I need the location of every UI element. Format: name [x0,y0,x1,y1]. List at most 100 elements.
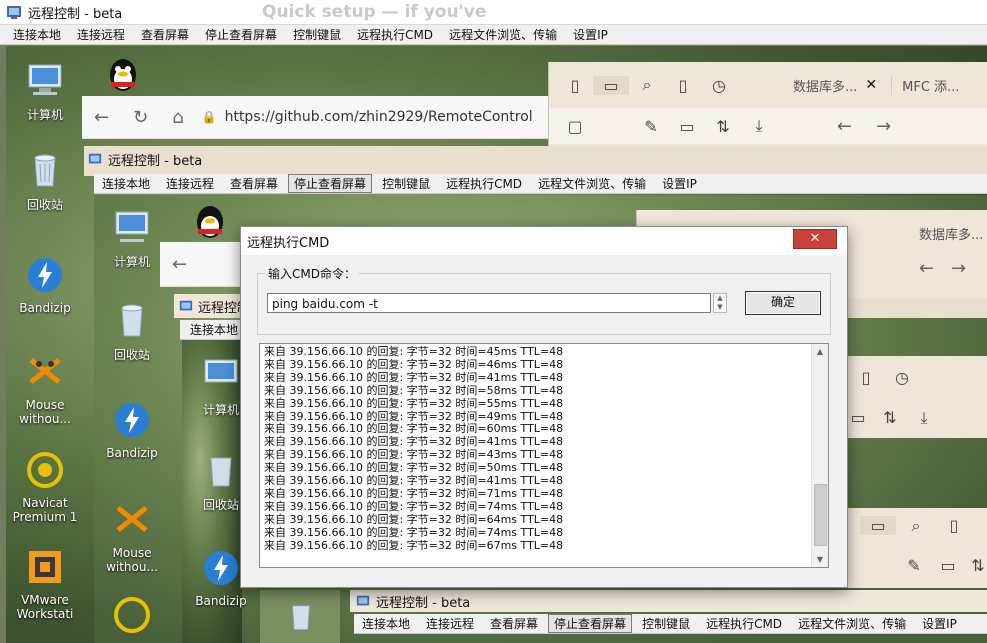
menu-connect-local[interactable]: 连接本地 [356,614,416,633]
menu-control-input[interactable]: 控制键鼠 [376,174,436,193]
menu-connect-local[interactable]: 连接本地 [184,320,244,339]
history-icon[interactable]: ◷ [701,76,737,95]
folder-icon[interactable]: ▭ [860,516,896,535]
close-icon: ✕ [809,231,821,246]
desktop-icon-label: Bandizip [195,594,247,608]
scroll-up-icon[interactable]: ▲ [812,347,828,356]
desktop-icon-qq[interactable] [88,55,158,101]
cmd-input-spinner[interactable]: ▲ ▼ [713,293,727,313]
menu-connect-remote[interactable]: 连接远程 [71,25,131,44]
menu-remote-cmd[interactable]: 远程执行CMD [440,174,528,193]
folder-icon[interactable]: ▭ [593,75,629,95]
menu-set-ip[interactable]: 设置IP [567,25,614,44]
output-line: 来自 39.156.66.10 的回复: 字节=32 时间=58ms TTL=4… [264,383,564,397]
menu-control-input[interactable]: 控制键鼠 [287,25,347,44]
level4-titlebar: 远程控制 - beta [350,590,987,612]
collapse-icon[interactable]: ⤓ [741,116,777,136]
folder-icon[interactable]: ▭ [669,117,705,136]
cmd-input[interactable]: ping baidu.com -t [267,293,711,313]
computer-icon [115,211,149,242]
menu-view-screen[interactable]: 查看屏幕 [484,614,544,633]
menu-remote-files[interactable]: 远程文件浏览、传输 [792,614,912,633]
ok-button[interactable]: 确定 [745,291,821,315]
tab-database[interactable]: 数据库多... [793,76,857,95]
desktop-icon-label: Bandizip [19,301,71,315]
back-arrow-icon[interactable]: ← [919,258,934,279]
scrollbar-thumb[interactable] [814,484,827,546]
desktop-icon-label: 计算机 [113,255,150,269]
collapse-icon[interactable]: ⤓ [906,408,942,428]
desktop-icon-navicat[interactable]: Navicat Premium 1 [10,450,80,524]
desktop-icon-navicat[interactable] [97,595,167,641]
menu-connect-local[interactable]: 连接本地 [7,25,67,44]
cmd-group-label: 输入CMD命令： [265,265,359,282]
menu-connect-remote[interactable]: 连接远程 [160,174,220,193]
desktop-icon-computer[interactable]: 计算机 [97,207,167,270]
search-icon[interactable]: ⌕ [629,75,665,95]
forward-arrow-icon[interactable]: → [951,258,966,279]
desktop-icon-vmware[interactable]: VMware Workstati [10,547,80,621]
output-line: 来自 39.156.66.10 的回复: 字节=32 时间=74ms TTL=4… [264,525,564,539]
search-icon[interactable]: ⌕ [898,516,934,536]
tab-database[interactable]: 数据库多... [919,224,983,243]
back-arrow-icon[interactable]: ← [172,254,187,275]
history-icon[interactable]: ◷ [884,368,920,387]
sort-icon[interactable]: ⇅ [960,556,987,575]
cmd-output[interactable]: 来自 39.156.66.10 的回复: 字节=32 时间=45ms TTL=4… [259,343,829,568]
lock-icon: 🔒 [201,110,217,124]
computer-icon [204,359,238,383]
back-arrow-icon[interactable]: ← [837,116,852,137]
bandizip-icon [28,258,62,292]
sort-icon[interactable]: ⇅ [705,117,741,136]
menu-remote-files[interactable]: 远程文件浏览、传输 [532,174,652,193]
qq-icon [110,59,136,91]
desktop-icon-bandizip[interactable]: Bandizip [97,400,167,460]
tab-mfc[interactable]: MFC 添... [891,75,959,95]
scroll-up-icon[interactable]: ▲ [714,294,726,303]
refresh-icon[interactable]: ↻ [133,107,148,128]
address-bar[interactable]: https://github.com/zhin2929/RemoteContro… [225,109,533,125]
menu-stop-view[interactable]: 停止查看屏幕 [548,614,633,633]
desktop-icon-recycle[interactable]: 回收站 [97,300,167,363]
desktop-icon-bandizip[interactable]: Bandizip [10,255,80,315]
home-icon[interactable]: ⌂ [172,107,183,128]
menu-remote-files[interactable]: 远程文件浏览、传输 [443,25,563,44]
menu-remote-cmd[interactable]: 远程执行CMD [700,614,788,633]
desktop-icon-recycle[interactable]: 回收站 [10,150,80,213]
scroll-down-icon[interactable]: ▼ [714,303,726,312]
menu-view-screen[interactable]: 查看屏幕 [224,174,284,193]
output-line: 来自 39.156.66.10 的回复: 字节=32 时间=55ms TTL=4… [264,396,564,410]
window-title: 远程控制 - beta [28,6,123,22]
output-scrollbar[interactable]: ▲ ▼ [811,344,828,567]
menu-stop-view[interactable]: 停止查看屏幕 [199,25,283,44]
menu-view-screen[interactable]: 查看屏幕 [135,25,195,44]
edit-icon[interactable]: ✎ [896,556,932,575]
bookmark-icon[interactable]: ▯ [665,76,701,95]
close-button[interactable]: ✕ [793,229,837,249]
doc-icon[interactable]: ▢ [557,117,593,136]
dialog-title: 远程执行CMD [247,235,330,251]
desktop-icon-mouse[interactable]: Mouse withou... [97,500,167,574]
menu-set-ip[interactable]: 设置IP [656,174,703,193]
window-app-icon [356,595,370,606]
menu-connect-local[interactable]: 连接本地 [96,174,156,193]
menu-set-ip[interactable]: 设置IP [916,614,963,633]
mouse-app-icon [29,358,61,384]
menu-control-input[interactable]: 控制键鼠 [636,614,696,633]
sort-icon[interactable]: ⇅ [872,408,908,427]
menu-remote-cmd[interactable]: 远程执行CMD [351,25,439,44]
edit-icon[interactable]: ✎ [633,117,669,136]
desktop-icon-computer[interactable]: 计算机 [10,60,80,123]
menu-connect-remote[interactable]: 连接远程 [420,614,480,633]
forward-arrow-icon[interactable]: → [876,116,891,137]
sidebar-icon[interactable]: ▯ [557,76,593,95]
bookmark-icon[interactable]: ▯ [936,516,972,535]
recycle-bin-icon [292,605,310,631]
menu-stop-view[interactable]: 停止查看屏幕 [288,174,373,193]
dialog-titlebar: 远程执行CMD ✕ [241,227,847,255]
desktop-icon-mouse[interactable]: Mouse withou... [10,352,80,426]
back-arrow-icon[interactable]: ← [94,107,109,128]
bookmark-icon[interactable]: ▯ [848,368,884,387]
scroll-down-icon[interactable]: ▼ [812,555,828,564]
close-icon[interactable]: ✕ [865,77,877,93]
